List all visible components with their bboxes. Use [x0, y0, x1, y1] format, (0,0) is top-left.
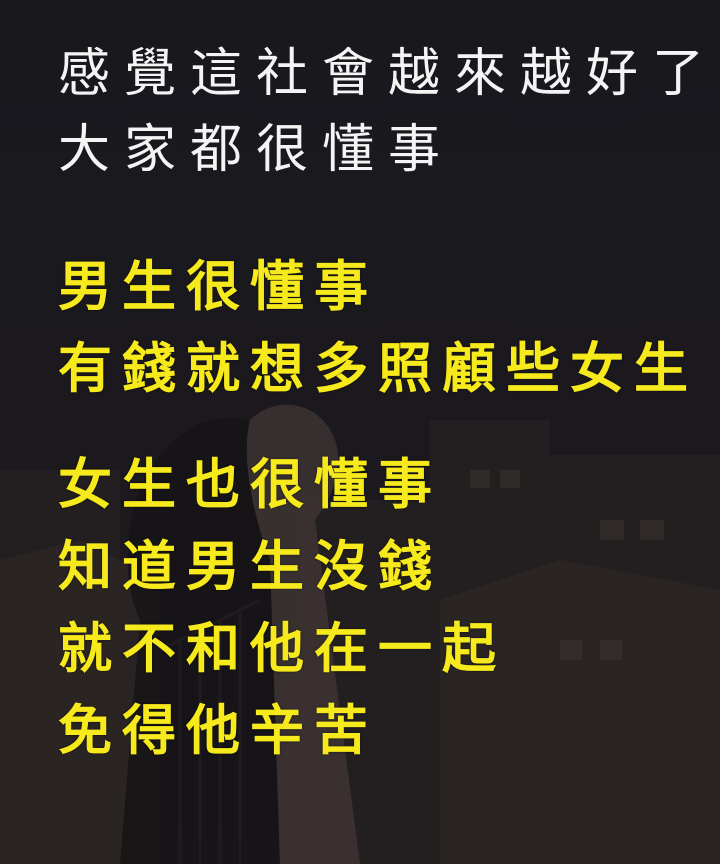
stanza2-line-1: 女生也很懂事 — [58, 453, 442, 516]
intro-line-2: 大家都很懂事 — [58, 120, 455, 180]
intro-line-1: 感覺這社會越來越好了 — [58, 44, 719, 104]
meme-card: 感覺這社會越來越好了 大家都很懂事 男生很懂事 有錢就想多照顧些女生 女生也很懂… — [0, 0, 720, 864]
stanza2-line-4: 免得他辛苦 — [58, 699, 378, 762]
stanza1-line-1: 男生很懂事 — [58, 255, 378, 318]
stanza1-line-2: 有錢就想多照顧些女生 — [58, 337, 698, 400]
poem-text: 感覺這社會越來越好了 大家都很懂事 男生很懂事 有錢就想多照顧些女生 女生也很懂… — [58, 44, 719, 786]
stanza2-line-2: 知道男生沒錢 — [58, 535, 442, 598]
stanza2-line-3: 就不和他在一起 — [58, 617, 506, 680]
